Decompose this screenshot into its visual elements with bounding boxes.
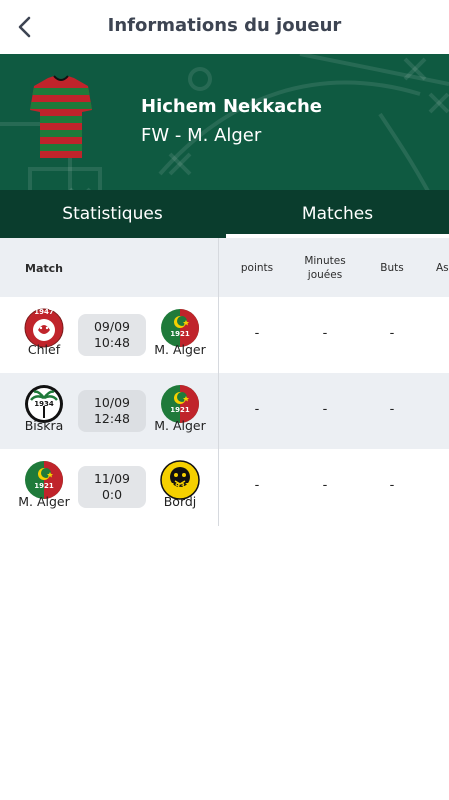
match-date: 09/09	[93, 319, 131, 334]
match-datetime: 11/09 0:0	[78, 466, 146, 508]
column-header-assists: As	[436, 261, 449, 274]
away-team-name: M. Alger	[154, 342, 206, 357]
home-team: 1921 M. Alger	[14, 449, 74, 525]
away-team: 1921 M. Alger	[150, 297, 210, 373]
match-datetime: 09/09 10:48	[78, 314, 146, 356]
away-badge-year: 1931	[170, 482, 190, 490]
cell-points: -	[254, 326, 260, 341]
match-time: 12:48	[93, 411, 131, 426]
home-team-name: Chlef	[27, 342, 61, 357]
home-team: 1947 Chlef	[14, 297, 74, 373]
match-datetime: 10/09 12:48	[78, 390, 146, 432]
table-row[interactable]: 1947 Chlef 09/09 10:48 1921 M. Alger - -…	[0, 297, 449, 373]
cell-minutes: -	[322, 478, 328, 493]
away-team-name: M. Alger	[154, 418, 206, 433]
away-team: 1931 Bordj	[150, 449, 210, 525]
home-team-name: Biskra	[24, 418, 64, 433]
cell-points: -	[254, 478, 260, 493]
column-header-points: points	[240, 261, 274, 274]
jersey-icon	[30, 75, 92, 158]
away-team: 1921 M. Alger	[150, 373, 210, 449]
column-header-minutes: Minutes jouées	[304, 254, 346, 281]
home-team-name: M. Alger	[18, 494, 70, 509]
match-time: 0:0	[101, 487, 123, 502]
tab-matches[interactable]: Matches	[225, 190, 449, 238]
cell-points: -	[254, 402, 260, 417]
home-team: 1934 Biskra	[14, 373, 74, 449]
away-badge-year: 1921	[170, 330, 190, 338]
column-header-match: Match	[25, 262, 63, 275]
match-date: 10/09	[93, 395, 131, 410]
column-header-buts: Buts	[380, 261, 404, 274]
away-badge-year: 1921	[170, 406, 190, 414]
table-row[interactable]: 1921 M. Alger 11/09 0:0 1931 Bordj - - -	[0, 449, 449, 525]
cell-buts: -	[389, 478, 395, 493]
home-badge-year: 1934	[34, 400, 54, 408]
table-header: Match points Minutes jouées Buts As	[0, 238, 449, 297]
cell-buts: -	[389, 402, 395, 417]
cell-buts: -	[389, 326, 395, 341]
cell-minutes: -	[322, 326, 328, 341]
away-team-name: Bordj	[163, 494, 197, 509]
tab-statistiques[interactable]: Statistiques	[0, 190, 225, 238]
player-position-team: FW - M. Alger	[141, 125, 262, 146]
page-title: Informations du joueur	[107, 15, 342, 36]
column-divider	[218, 238, 219, 526]
home-badge-year: 1947	[34, 308, 54, 316]
top-bar: Informations du joueur	[0, 0, 449, 54]
match-date: 11/09	[93, 471, 131, 486]
cell-minutes: -	[322, 402, 328, 417]
player-header: Hichem Nekkache FW - M. Alger Statistiqu…	[0, 54, 449, 238]
home-badge-year: 1921	[34, 482, 54, 490]
match-time: 10:48	[93, 335, 131, 350]
table-row[interactable]: 1934 Biskra 10/09 12:48 1921 M. Alger - …	[0, 373, 449, 449]
tab-bar: Statistiques Matches	[0, 190, 449, 238]
player-name: Hichem Nekkache	[141, 96, 323, 117]
